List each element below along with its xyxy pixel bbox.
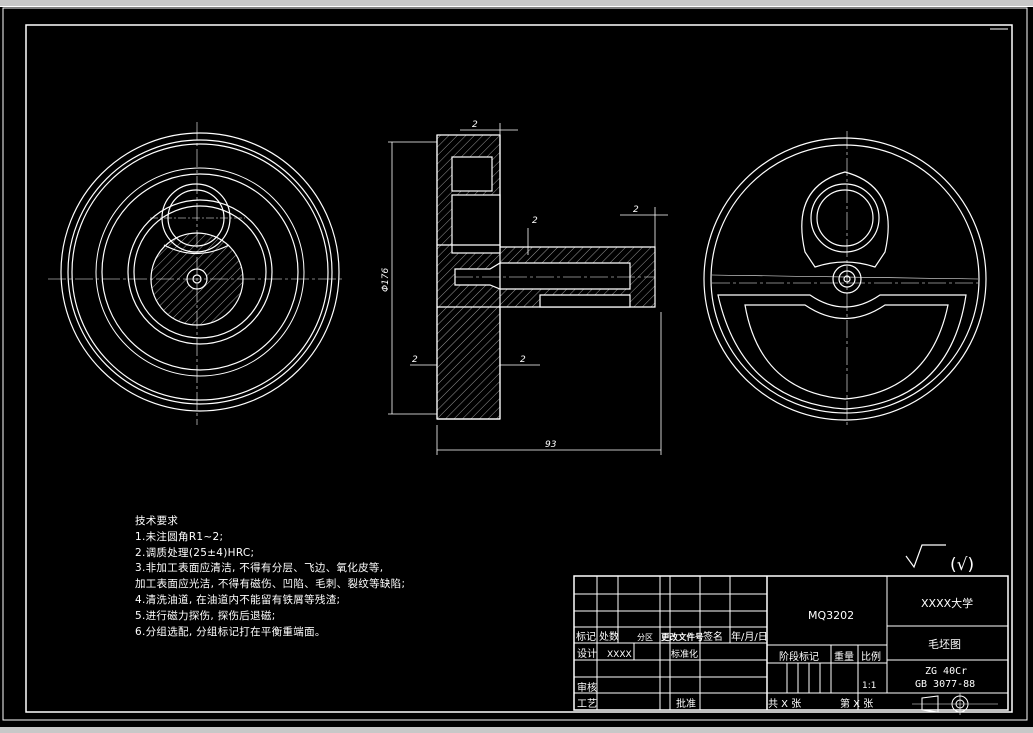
dim-bottom-right: 2 [520,355,526,365]
left-view [48,122,345,425]
tb-designer: XXXX [607,650,632,660]
dim-bottom-left: 2 [412,355,418,365]
cad-drawing-canvas[interactable]: 2 2 2 2 2 Φ176 93 (√) 标记 处数 分区 更改文件号 签名 … [0,7,1033,727]
tech-item-3b: 加工表面应光洁, 不得有磁伤、凹陷、毛刺、裂纹等缺陷; [135,578,406,591]
tb-sheet-no: 第 X 张 [840,697,873,710]
window-top-bar [0,0,1033,7]
tech-item-6: 6.分组选配, 分组标记打在平衡重端面。 [135,625,326,638]
tb-review: 审核 [577,681,597,694]
roughness-symbol [905,544,946,569]
window-bottom-bar [0,727,1033,733]
right-view [703,131,987,427]
tech-item-5: 5.进行磁力探伤, 探伤后退磁; [135,609,276,622]
tb-material-2: GB 3077-88 [915,679,975,690]
tb-change-doc: 更改文件号 [661,632,704,643]
tb-material-1: ZG 40Cr [925,666,967,677]
roughness-note: (√) [950,555,974,575]
tb-signature: 签名 [703,630,723,643]
dim-right-top: 2 [633,205,639,215]
tb-design: 设计 [577,647,597,660]
tb-mark: 标记 [576,631,596,643]
dim-diameter: Φ176 [381,267,391,292]
tech-item-1: 1.未注圆角R1~2; [135,530,224,543]
tb-university: XXXX大学 [921,596,973,610]
tb-standardize: 标准化 [671,648,698,660]
tb-ratio: 比例 [861,650,881,663]
tb-zone: 分区 [637,633,653,642]
tb-process: 工艺 [577,698,597,710]
dim-top-left: 2 [472,120,478,130]
tb-drawing-number: MQ3202 [808,609,854,622]
tech-item-2: 2.调质处理(25±4)HRC; [135,546,255,559]
tb-total-sheets: 共 X 张 [768,698,801,710]
tb-stage: 阶段标记 [779,650,819,663]
dim-length: 93 [545,440,557,450]
tb-weight: 重量 [834,650,854,663]
dim-inner: 2 [532,216,538,226]
section-view [436,134,656,420]
tech-item-4: 4.清洗油道, 在油道内不能留有铁屑等残渣; [135,593,341,606]
tech-title: 技术要求 [135,515,179,527]
technical-requirements: 技术要求 1.未注圆角R1~2; 2.调质处理(25±4)HRC; 3.非加工表… [135,514,405,640]
tb-approve: 批准 [676,697,696,710]
tb-date: 年/月/日 [731,630,768,643]
tb-count: 处数 [599,630,619,643]
tb-scale: 1:1 [862,681,876,691]
tech-item-3: 3.非加工表面应清洁, 不得有分层、飞边、氧化皮等, [135,562,384,575]
tb-drawing-name: 毛坯图 [928,638,961,651]
